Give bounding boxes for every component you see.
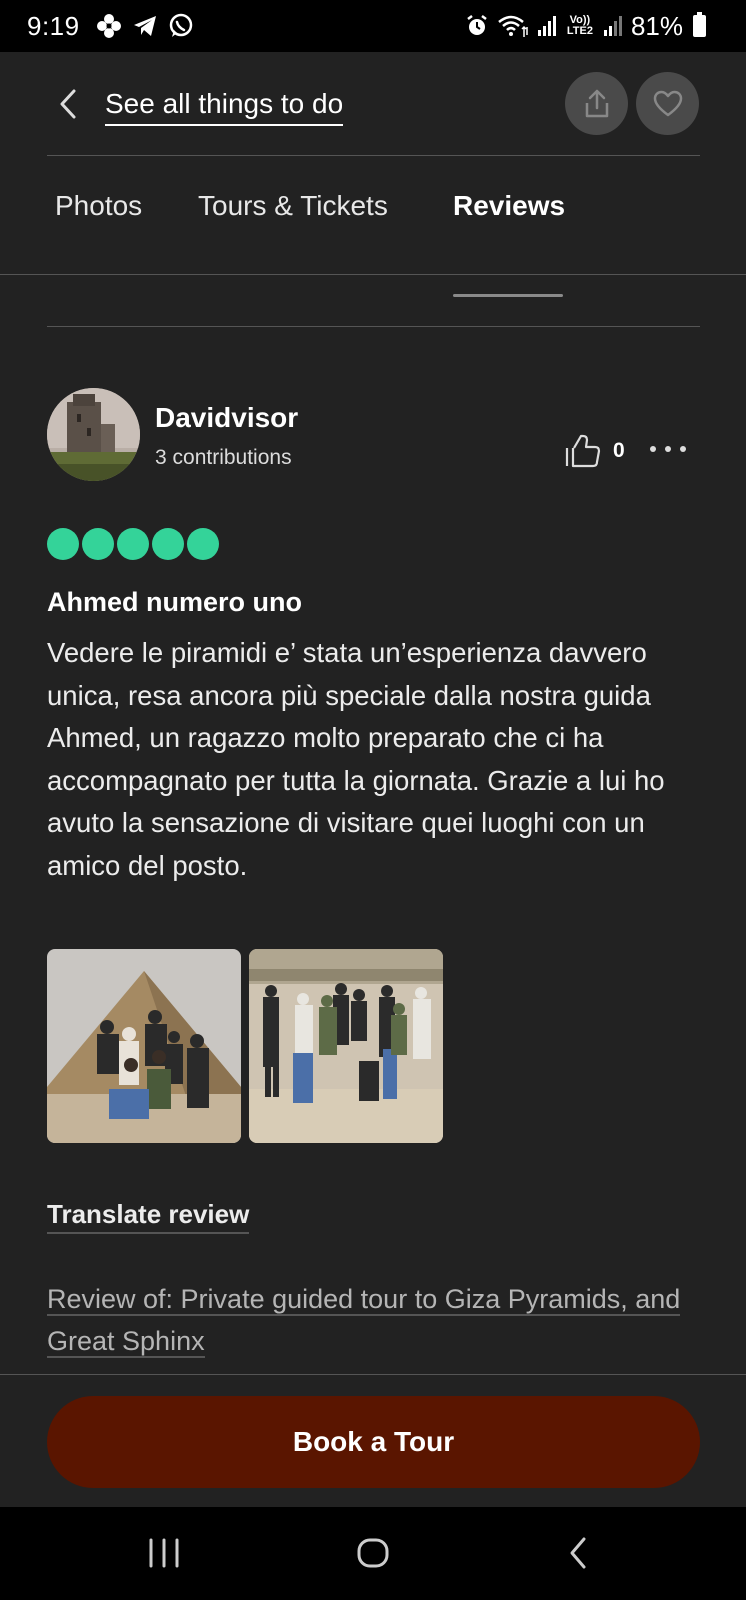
battery-icon — [693, 12, 706, 37]
signal-icon — [603, 12, 623, 40]
review-of-link[interactable]: Review of: Private guided tour to Giza P… — [47, 1278, 687, 1362]
rating-bubble — [187, 528, 219, 560]
see-all-things-link[interactable]: See all things to do — [105, 84, 344, 126]
review-photo-pyramid[interactable] — [47, 949, 241, 1143]
telegram-icon — [132, 12, 158, 40]
active-tab-indicator — [453, 294, 563, 297]
app-screen: See all things to do Photos Tours & Tick… — [0, 52, 746, 1507]
review-photo-group[interactable] — [249, 949, 443, 1143]
review-of-text: Review of: Private guided tour to Giza P… — [47, 1284, 681, 1358]
status-bar: 9:19 Vo)) LTE2 81% — [0, 0, 746, 52]
review-body: Vedere le piramidi e’ stata un’esperienz… — [47, 637, 665, 881]
reviewer-contributions: 3 contributions — [155, 446, 292, 469]
wifi-icon — [497, 12, 529, 40]
tab-bar: Photos Tours & Tickets Reviews — [0, 156, 746, 297]
top-bar: See all things to do — [0, 52, 746, 156]
more-dot — [650, 446, 656, 452]
chevron-left-icon — [60, 89, 76, 119]
back-button[interactable] — [52, 84, 84, 124]
more-dot — [665, 446, 671, 452]
share-button[interactable] — [565, 72, 628, 135]
home-button[interactable] — [356, 1531, 390, 1575]
network-label: Vo)) LTE2 — [566, 14, 593, 37]
tabs-divider — [0, 274, 746, 275]
status-bar-right: Vo)) LTE2 81% — [465, 11, 706, 42]
review-photos — [47, 949, 443, 1143]
more-options-button[interactable] — [650, 434, 686, 464]
share-icon — [585, 89, 608, 117]
whatsapp-icon — [168, 12, 194, 40]
save-heart-button[interactable] — [636, 72, 699, 135]
signal-icon — [537, 12, 557, 40]
home-icon — [357, 1538, 389, 1568]
review-divider — [47, 326, 700, 327]
more-dot — [680, 446, 686, 452]
pinwheel-icon — [96, 12, 122, 40]
alarm-icon — [465, 12, 489, 40]
helpful-vote[interactable]: 0 — [565, 434, 625, 468]
battery-percent: 81% — [630, 10, 683, 41]
reviewer-name[interactable]: Davidvisor — [155, 400, 298, 436]
recent-apps-icon — [149, 1538, 179, 1568]
system-nav-bar — [0, 1507, 746, 1600]
tab-reviews[interactable]: Reviews — [453, 186, 565, 226]
rating-bubble — [82, 528, 114, 560]
status-time: 9:19 — [27, 10, 80, 41]
heart-icon — [653, 90, 682, 116]
status-bar-left: 9:19 — [27, 11, 194, 42]
like-count: 0 — [613, 439, 625, 462]
avatar[interactable] — [47, 388, 140, 481]
rating-bubble — [117, 528, 149, 560]
back-nav-button[interactable] — [566, 1531, 590, 1575]
recent-apps-button[interactable] — [147, 1531, 181, 1575]
book-a-tour-button[interactable]: Book a Tour — [47, 1396, 700, 1488]
cta-divider — [0, 1374, 746, 1375]
tab-photos[interactable]: Photos — [55, 186, 142, 226]
thumbs-up-icon — [565, 434, 601, 468]
tab-tours-tickets[interactable]: Tours & Tickets — [198, 186, 388, 226]
rating-bubble — [152, 528, 184, 560]
review-title: Ahmed numero uno — [47, 587, 302, 617]
rating-bubbles — [47, 528, 219, 560]
back-arrow-icon — [570, 1537, 586, 1569]
translate-review-link[interactable]: Translate review — [47, 1196, 250, 1234]
rating-bubble — [47, 528, 79, 560]
